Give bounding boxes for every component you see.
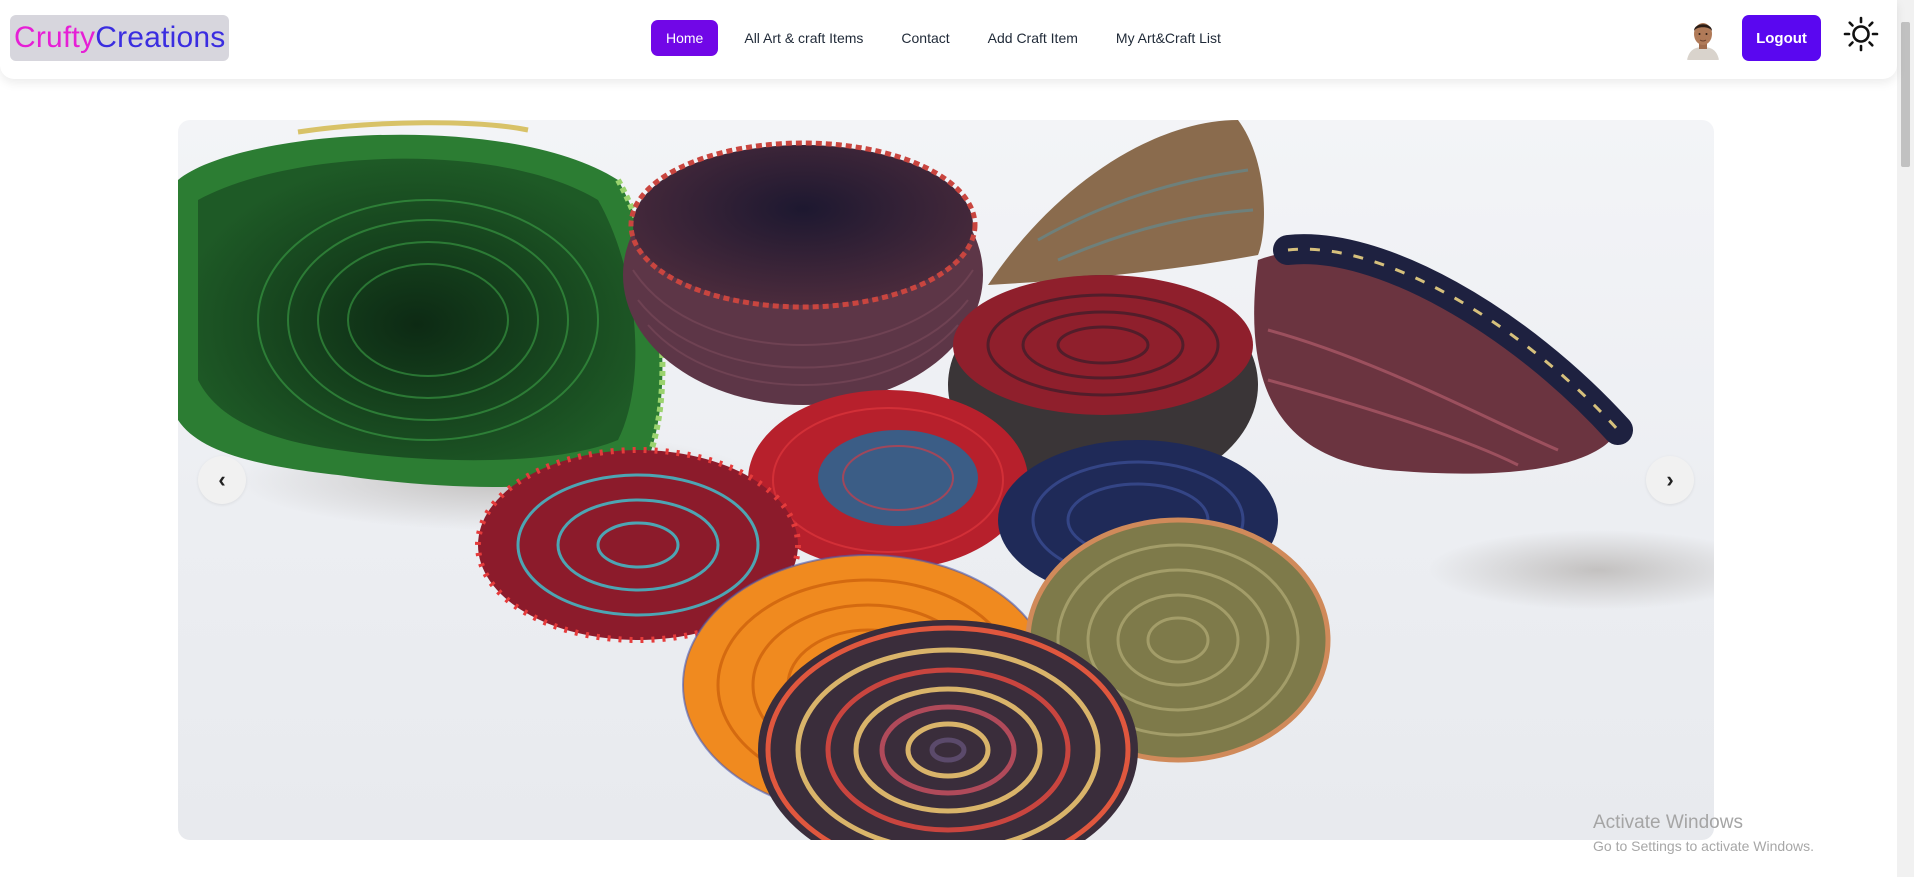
woven-baskets-photo-icon — [178, 120, 1714, 840]
nav-links: Home All Art & craft Items Contact Add C… — [651, 20, 1243, 56]
logout-button[interactable]: Logout — [1742, 15, 1821, 61]
brand-logo[interactable]: Crufty Creations — [10, 15, 230, 61]
sun-icon — [1843, 16, 1879, 52]
user-avatar-photo-icon — [1683, 14, 1723, 60]
navbar: Crufty Creations Home All Art & craft Ite… — [0, 0, 1897, 79]
watermark-subtitle: Go to Settings to activate Windows. — [1593, 838, 1814, 854]
user-avatar[interactable] — [1683, 14, 1723, 60]
carousel-prev-button[interactable]: ‹ — [198, 456, 246, 504]
brand-name-part1: Crufty — [14, 21, 96, 54]
nav-all-art-craft-items[interactable]: All Art & craft Items — [728, 20, 879, 56]
theme-toggle[interactable] — [1843, 16, 1879, 52]
hero-carousel: ‹ › — [178, 120, 1714, 840]
nav-home[interactable]: Home — [651, 20, 719, 56]
activate-windows-watermark: Activate Windows Go to Settings to activ… — [1593, 812, 1814, 854]
carousel-next-button[interactable]: › — [1646, 456, 1694, 504]
watermark-title: Activate Windows — [1593, 812, 1743, 833]
scrollbar-thumb[interactable] — [1901, 22, 1910, 167]
brand-name-part2: Creations — [95, 21, 226, 54]
nav-contact[interactable]: Contact — [885, 20, 965, 56]
page-scrollbar[interactable] — [1897, 0, 1914, 877]
nav-add-craft-item[interactable]: Add Craft Item — [972, 20, 1094, 56]
nav-my-art-craft-list[interactable]: My Art&Craft List — [1100, 20, 1237, 56]
